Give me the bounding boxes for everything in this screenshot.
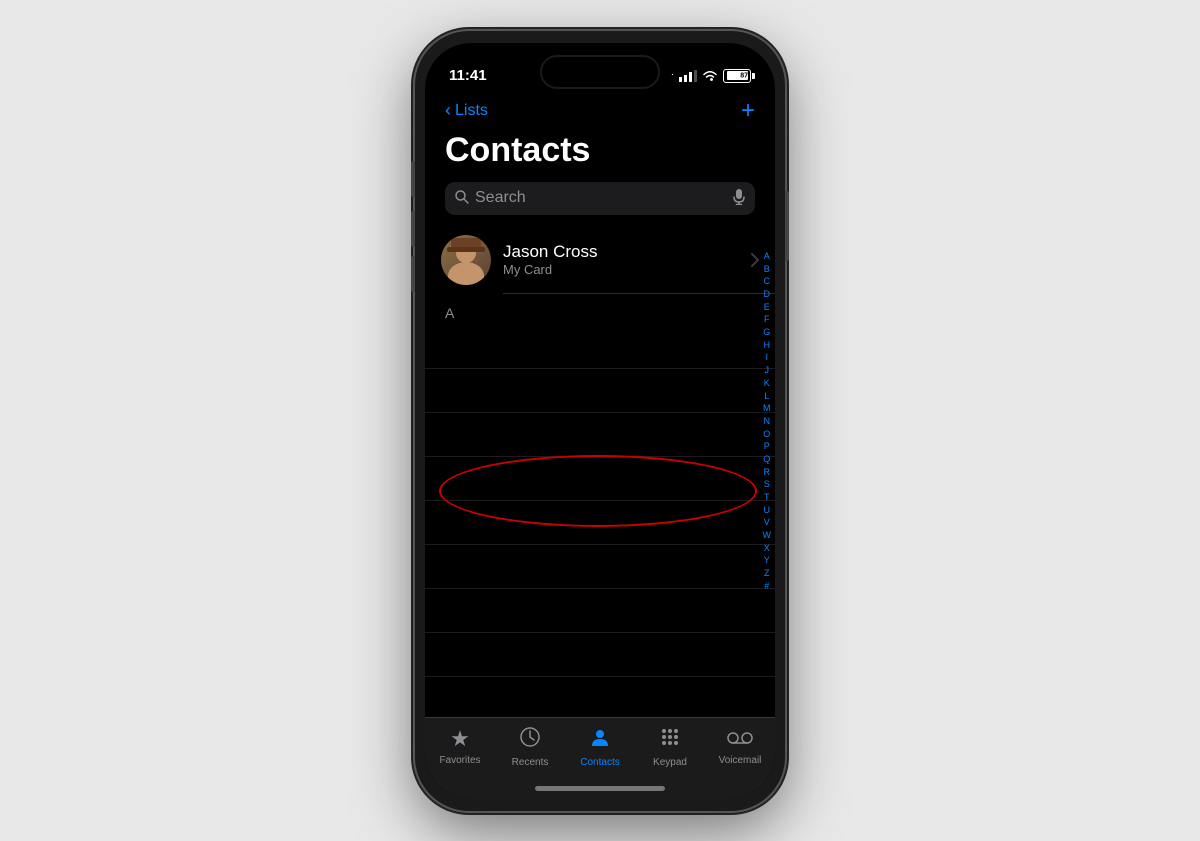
- empty-row-8: [425, 633, 775, 677]
- recents-icon: [519, 726, 541, 754]
- alpha-k[interactable]: K: [763, 378, 772, 390]
- empty-row-6: [425, 545, 775, 589]
- add-button[interactable]: +: [741, 99, 755, 123]
- alpha-g[interactable]: G: [763, 327, 772, 339]
- empty-row-1: [425, 325, 775, 369]
- back-label: Lists: [455, 102, 488, 120]
- alpha-o[interactable]: O: [763, 429, 772, 441]
- alpha-s[interactable]: S: [763, 479, 772, 491]
- status-time: 11:41: [449, 67, 487, 84]
- search-bar[interactable]: Search: [445, 182, 755, 215]
- section-header-a: A: [425, 293, 775, 325]
- keypad-icon: [659, 726, 681, 754]
- alpha-f[interactable]: F: [763, 314, 772, 326]
- favorites-label: Favorites: [439, 755, 480, 766]
- alpha-c[interactable]: C: [763, 276, 772, 288]
- alpha-t[interactable]: T: [763, 492, 772, 504]
- keypad-label: Keypad: [653, 757, 687, 768]
- avatar: [441, 235, 491, 285]
- dynamic-island: [540, 55, 660, 89]
- alpha-e[interactable]: E: [763, 302, 772, 314]
- recents-label: Recents: [512, 757, 549, 768]
- my-card-item[interactable]: Jason Cross My Card: [425, 227, 775, 293]
- alpha-a[interactable]: A: [763, 251, 772, 263]
- wifi-icon: [702, 70, 718, 82]
- tab-voicemail[interactable]: Voicemail: [710, 726, 770, 766]
- alpha-h[interactable]: H: [763, 340, 772, 352]
- contact-subtitle: My Card: [503, 262, 739, 277]
- home-indicator: [535, 786, 665, 791]
- page-title: Contacts: [425, 131, 775, 182]
- search-placeholder[interactable]: Search: [475, 189, 727, 207]
- alphabet-index[interactable]: A B C D E F G H I J K L M N O P Q R S T: [763, 227, 772, 618]
- signal-icon: [679, 70, 697, 82]
- bluetooth-icon: ⋅: [671, 70, 674, 81]
- alpha-x[interactable]: X: [763, 543, 772, 555]
- status-icons: ⋅ 87: [671, 69, 751, 83]
- content-area: Jason Cross My Card A: [425, 227, 775, 678]
- alpha-i[interactable]: I: [763, 352, 772, 364]
- chevron-right-icon: [751, 253, 759, 267]
- alpha-d[interactable]: D: [763, 289, 772, 301]
- tab-keypad[interactable]: Keypad: [640, 726, 700, 768]
- alpha-u[interactable]: U: [763, 505, 772, 517]
- contact-info: Jason Cross My Card: [503, 242, 739, 277]
- contacts-icon: [589, 726, 611, 754]
- back-button[interactable]: ‹ Lists: [445, 100, 488, 121]
- tab-contacts[interactable]: Contacts: [570, 726, 630, 768]
- alpha-w[interactable]: W: [763, 530, 772, 542]
- alpha-l[interactable]: L: [763, 391, 772, 403]
- contacts-label: Contacts: [580, 757, 619, 768]
- alpha-q[interactable]: Q: [763, 454, 772, 466]
- voicemail-label: Voicemail: [719, 755, 762, 766]
- alpha-v[interactable]: V: [763, 517, 772, 529]
- tab-recents[interactable]: Recents: [500, 726, 560, 768]
- contact-name: Jason Cross: [503, 242, 739, 262]
- alpha-y[interactable]: Y: [763, 555, 772, 567]
- alpha-j[interactable]: J: [763, 365, 772, 377]
- empty-row-5: [425, 501, 775, 545]
- tab-favorites[interactable]: ★ Favorites: [430, 726, 490, 766]
- empty-row-2: [425, 369, 775, 413]
- alpha-m[interactable]: M: [763, 403, 772, 415]
- alpha-b[interactable]: B: [763, 264, 772, 276]
- favorites-icon: ★: [450, 726, 470, 752]
- mic-icon[interactable]: [733, 189, 745, 208]
- alpha-r[interactable]: R: [763, 467, 772, 479]
- avatar-hat: [451, 238, 481, 250]
- phone-screen: 11:41 ⋅: [425, 43, 775, 799]
- voicemail-icon: [727, 726, 753, 752]
- nav-bar: ‹ Lists +: [425, 95, 775, 131]
- search-icon: [455, 190, 469, 207]
- empty-row-3: [425, 413, 775, 457]
- empty-row-7: [425, 589, 775, 633]
- alpha-n[interactable]: N: [763, 416, 772, 428]
- chevron-left-icon: ‹: [445, 100, 451, 121]
- alpha-p[interactable]: P: [763, 441, 772, 453]
- phone-frame: 11:41 ⋅: [415, 31, 785, 811]
- empty-row-4: [425, 457, 775, 501]
- battery-icon: 87: [723, 69, 751, 83]
- alpha-z[interactable]: Z: [763, 568, 772, 580]
- alpha-hash[interactable]: #: [763, 581, 772, 593]
